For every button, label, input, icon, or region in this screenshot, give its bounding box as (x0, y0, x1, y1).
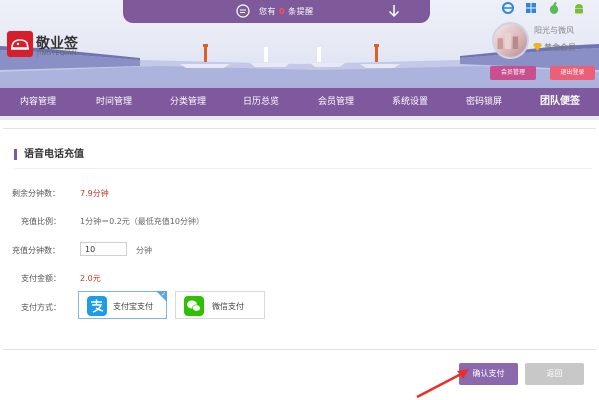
remaining-value: 7.9分钟 (80, 189, 109, 198)
pay-option-alipay[interactable]: 支付宝支付 ✓ (78, 291, 167, 319)
windows-icon[interactable] (524, 1, 538, 15)
reminder-bar[interactable]: 您有 0 条提醒 (123, 0, 430, 23)
remaining-label: 剩余分钟数： (12, 189, 60, 198)
nav-item-member[interactable]: 会员管理 (318, 88, 354, 116)
nav-item-team[interactable]: 团队便签 (540, 88, 580, 116)
minutes-unit: 分钟 (136, 246, 152, 255)
pay-option-wechat[interactable]: 微信支付 (175, 291, 265, 319)
check-icon: ✓ (160, 291, 166, 298)
member-management-button[interactable]: 会员管理 (490, 66, 536, 80)
apple-icon[interactable] (547, 1, 561, 15)
nav-item-content[interactable]: 内容管理 (20, 88, 56, 116)
main-nav: 内容管理 时间管理 分类管理 日历总览 会员管理 系统设置 密码锁屏 团队便签 (0, 88, 599, 116)
header-banner: 您有 0 条提醒 敬业签 JINGYEQIAN 阳光与微风 黄金会员 会员管理 … (0, 0, 599, 88)
minutes-input[interactable] (80, 242, 127, 256)
reminder-count: 0 (279, 7, 286, 16)
logo-mark-icon (7, 31, 33, 57)
alipay-icon (87, 296, 107, 316)
platform-icons (498, 1, 598, 17)
ie-icon[interactable] (501, 1, 515, 15)
pay-option-wechat-label: 微信支付 (212, 302, 244, 311)
android-icon[interactable] (572, 1, 586, 15)
avatar[interactable] (492, 22, 529, 59)
logo-subtitle: JINGYEQIAN (37, 50, 77, 57)
diamond-icon (533, 43, 542, 51)
chat-bubble-icon (236, 4, 250, 18)
ratio-label: 充值比例： (21, 217, 61, 226)
logout-button[interactable]: 退出登录 (550, 66, 595, 80)
pay-option-alipay-label: 支付宝支付 (113, 302, 153, 311)
wechat-icon (184, 296, 204, 316)
nav-item-category[interactable]: 分类管理 (170, 88, 206, 116)
title-divider (14, 168, 592, 169)
nav-item-settings[interactable]: 系统设置 (392, 88, 428, 116)
user-name: 阳光与微风 (534, 26, 574, 35)
amount-value: 2.0元 (80, 274, 101, 283)
amount-label: 支付金额： (21, 274, 61, 283)
nav-item-time[interactable]: 时间管理 (96, 88, 132, 116)
nav-item-lock[interactable]: 密码锁屏 (466, 88, 502, 116)
arrow-down-icon[interactable] (388, 4, 400, 18)
annotation-arrow-icon (416, 369, 469, 399)
nav-item-calendar[interactable]: 日历总览 (243, 88, 279, 116)
user-level: 黄金会员 (533, 42, 576, 53)
method-label: 支付方式： (21, 303, 61, 312)
ratio-value: 1分钟＝0.2元（最低充值10分钟） (80, 217, 204, 226)
back-button[interactable]: 返回 (525, 363, 584, 385)
reminder-text: 您有 0 条提醒 (259, 7, 314, 16)
page-title: 语音电话充值 (14, 149, 84, 160)
nav-divider (0, 116, 599, 120)
minutes-label: 充值分钟数： (12, 246, 60, 255)
